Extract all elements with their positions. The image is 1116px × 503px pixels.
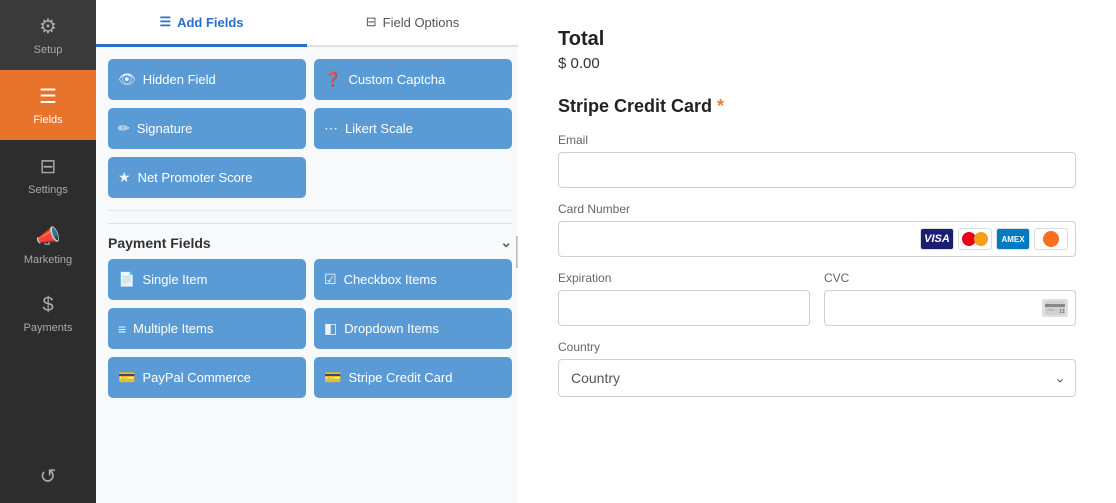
paypal-commerce-button[interactable]: 💳 PayPal Commerce bbox=[108, 357, 306, 398]
tab-field-options[interactable]: ⊟ Field Options bbox=[307, 0, 518, 47]
checkbox-items-button[interactable]: ☑ Checkbox Items bbox=[314, 259, 512, 300]
country-field-group: Country Country United States United Kin… bbox=[558, 340, 1076, 397]
add-fields-icon: ☰ bbox=[159, 14, 171, 30]
settings-icon: ⊟ bbox=[40, 154, 57, 179]
history-icon: ↺ bbox=[40, 464, 57, 489]
paypal-icon: 💳 bbox=[118, 369, 135, 386]
likert-scale-label: Likert Scale bbox=[345, 121, 413, 136]
hidden-field-button[interactable]: 👁 Hidden Field bbox=[108, 59, 306, 100]
payment-fields-collapse[interactable]: ⌄ bbox=[500, 234, 512, 251]
special-fields-grid: 👁 Hidden Field ❓ Custom Captcha ✏ Signat… bbox=[108, 59, 512, 198]
nav-item-history[interactable]: ↺ bbox=[0, 450, 96, 503]
card-brand-icons: VISA AMEX bbox=[920, 228, 1068, 250]
gear-icon: ⚙ bbox=[39, 14, 57, 39]
dropdown-icon: ◧ bbox=[324, 320, 337, 337]
nav-item-payments[interactable]: $ Payments bbox=[0, 280, 96, 348]
stripe-title-text: Stripe Credit Card bbox=[558, 96, 712, 117]
multiple-items-label: Multiple Items bbox=[133, 321, 213, 336]
nav-item-marketing[interactable]: 📣 Marketing bbox=[0, 210, 96, 280]
checkbox-items-label: Checkbox Items bbox=[344, 272, 437, 287]
email-label: Email bbox=[558, 133, 1076, 147]
middle-panel: ☰ Add Fields ⊟ Field Options 👁 Hidden Fi… bbox=[96, 0, 518, 503]
net-promoter-score-label: Net Promoter Score bbox=[138, 170, 253, 185]
mastercard-icon bbox=[958, 228, 992, 250]
stripe-icon: 💳 bbox=[324, 369, 341, 386]
total-label: Total bbox=[558, 28, 1076, 51]
field-options-icon: ⊟ bbox=[366, 14, 377, 30]
tab-add-fields-label: Add Fields bbox=[177, 15, 243, 30]
card-number-wrapper: VISA AMEX bbox=[558, 221, 1076, 257]
payment-fields-grid: 📄 Single Item ☑ Checkbox Items ≡ Multipl… bbox=[108, 259, 512, 398]
country-select[interactable]: Country United States United Kingdom Can… bbox=[558, 359, 1076, 397]
net-promoter-score-button[interactable]: ★ Net Promoter Score bbox=[108, 157, 306, 198]
checkbox-icon: ☑ bbox=[324, 271, 337, 288]
tab-bar: ☰ Add Fields ⊟ Field Options bbox=[96, 0, 518, 47]
payment-fields-header: Payment Fields ⌄ bbox=[108, 223, 512, 259]
signature-button[interactable]: ✏ Signature bbox=[108, 108, 306, 149]
expiration-field-group: Expiration bbox=[558, 271, 810, 326]
nav-label-fields: Fields bbox=[33, 114, 62, 126]
dropdown-items-button[interactable]: ◧ Dropdown Items bbox=[314, 308, 512, 349]
email-field-group: Email bbox=[558, 133, 1076, 188]
nav-label-payments: Payments bbox=[24, 322, 73, 334]
paypal-commerce-label: PayPal Commerce bbox=[142, 370, 250, 385]
single-item-label: Single Item bbox=[142, 272, 207, 287]
marketing-icon: 📣 bbox=[36, 224, 61, 249]
cvc-card-icon: 132 bbox=[1042, 299, 1068, 317]
custom-captcha-label: Custom Captcha bbox=[348, 72, 445, 87]
stripe-credit-card-title: Stripe Credit Card * bbox=[558, 96, 1076, 117]
dropdown-items-label: Dropdown Items bbox=[344, 321, 439, 336]
hidden-field-label: Hidden Field bbox=[143, 72, 216, 87]
right-panel: Total $ 0.00 Stripe Credit Card * Email … bbox=[518, 0, 1116, 503]
total-amount: $ 0.00 bbox=[558, 55, 1076, 72]
nav-item-fields[interactable]: ☰ Fields bbox=[0, 70, 96, 140]
single-item-button[interactable]: 📄 Single Item bbox=[108, 259, 306, 300]
custom-captcha-button[interactable]: ❓ Custom Captcha bbox=[314, 59, 512, 100]
tab-add-fields[interactable]: ☰ Add Fields bbox=[96, 0, 307, 47]
list-icon: ≡ bbox=[118, 321, 126, 337]
expiration-input[interactable] bbox=[558, 290, 810, 326]
payment-fields-title: Payment Fields bbox=[108, 235, 211, 251]
stripe-credit-card-button[interactable]: 💳 Stripe Credit Card bbox=[314, 357, 512, 398]
panel-collapse-toggle[interactable]: ‹ bbox=[516, 236, 518, 268]
star-icon: ★ bbox=[118, 169, 131, 186]
card-number-field-group: Card Number VISA AMEX bbox=[558, 202, 1076, 257]
expiration-label: Expiration bbox=[558, 271, 810, 285]
likert-scale-button[interactable]: ⋯ Likert Scale bbox=[314, 108, 512, 149]
country-select-wrapper: Country United States United Kingdom Can… bbox=[558, 359, 1076, 397]
stripe-credit-card-label: Stripe Credit Card bbox=[348, 370, 452, 385]
multiple-items-button[interactable]: ≡ Multiple Items bbox=[108, 308, 306, 349]
fields-scroll-area[interactable]: 👁 Hidden Field ❓ Custom Captcha ✏ Signat… bbox=[96, 47, 518, 503]
card-number-label: Card Number bbox=[558, 202, 1076, 216]
cvc-label: CVC bbox=[824, 271, 1076, 285]
nav-label-setup: Setup bbox=[34, 44, 63, 56]
fields-icon: ☰ bbox=[39, 84, 57, 109]
expiry-cvc-row: Expiration CVC 132 bbox=[558, 271, 1076, 340]
cvc-wrapper: 132 bbox=[824, 290, 1076, 326]
nav-label-settings: Settings bbox=[28, 184, 68, 196]
question-icon: ❓ bbox=[324, 71, 341, 88]
nav-item-setup[interactable]: ⚙ Setup bbox=[0, 0, 96, 70]
payments-icon: $ bbox=[42, 294, 53, 317]
svg-text:132: 132 bbox=[1059, 309, 1065, 315]
nav-item-settings[interactable]: ⊟ Settings bbox=[0, 140, 96, 210]
nav-label-marketing: Marketing bbox=[24, 254, 72, 266]
eye-icon: 👁 bbox=[118, 71, 136, 88]
email-input[interactable] bbox=[558, 152, 1076, 188]
amex-icon: AMEX bbox=[996, 228, 1030, 250]
left-navigation: ⚙ Setup ☰ Fields ⊟ Settings 📣 Marketing … bbox=[0, 0, 96, 503]
dots-icon: ⋯ bbox=[324, 120, 338, 137]
document-icon: 📄 bbox=[118, 271, 135, 288]
country-label: Country bbox=[558, 340, 1076, 354]
signature-label: Signature bbox=[137, 121, 193, 136]
required-star: * bbox=[717, 96, 724, 117]
section-divider bbox=[108, 210, 512, 211]
tab-field-options-label: Field Options bbox=[383, 15, 460, 30]
pencil-icon: ✏ bbox=[118, 120, 130, 137]
visa-icon: VISA bbox=[920, 228, 954, 250]
cvc-field-group: CVC 132 bbox=[824, 271, 1076, 326]
cvc-input[interactable] bbox=[824, 290, 1076, 326]
discover-icon bbox=[1034, 228, 1068, 250]
